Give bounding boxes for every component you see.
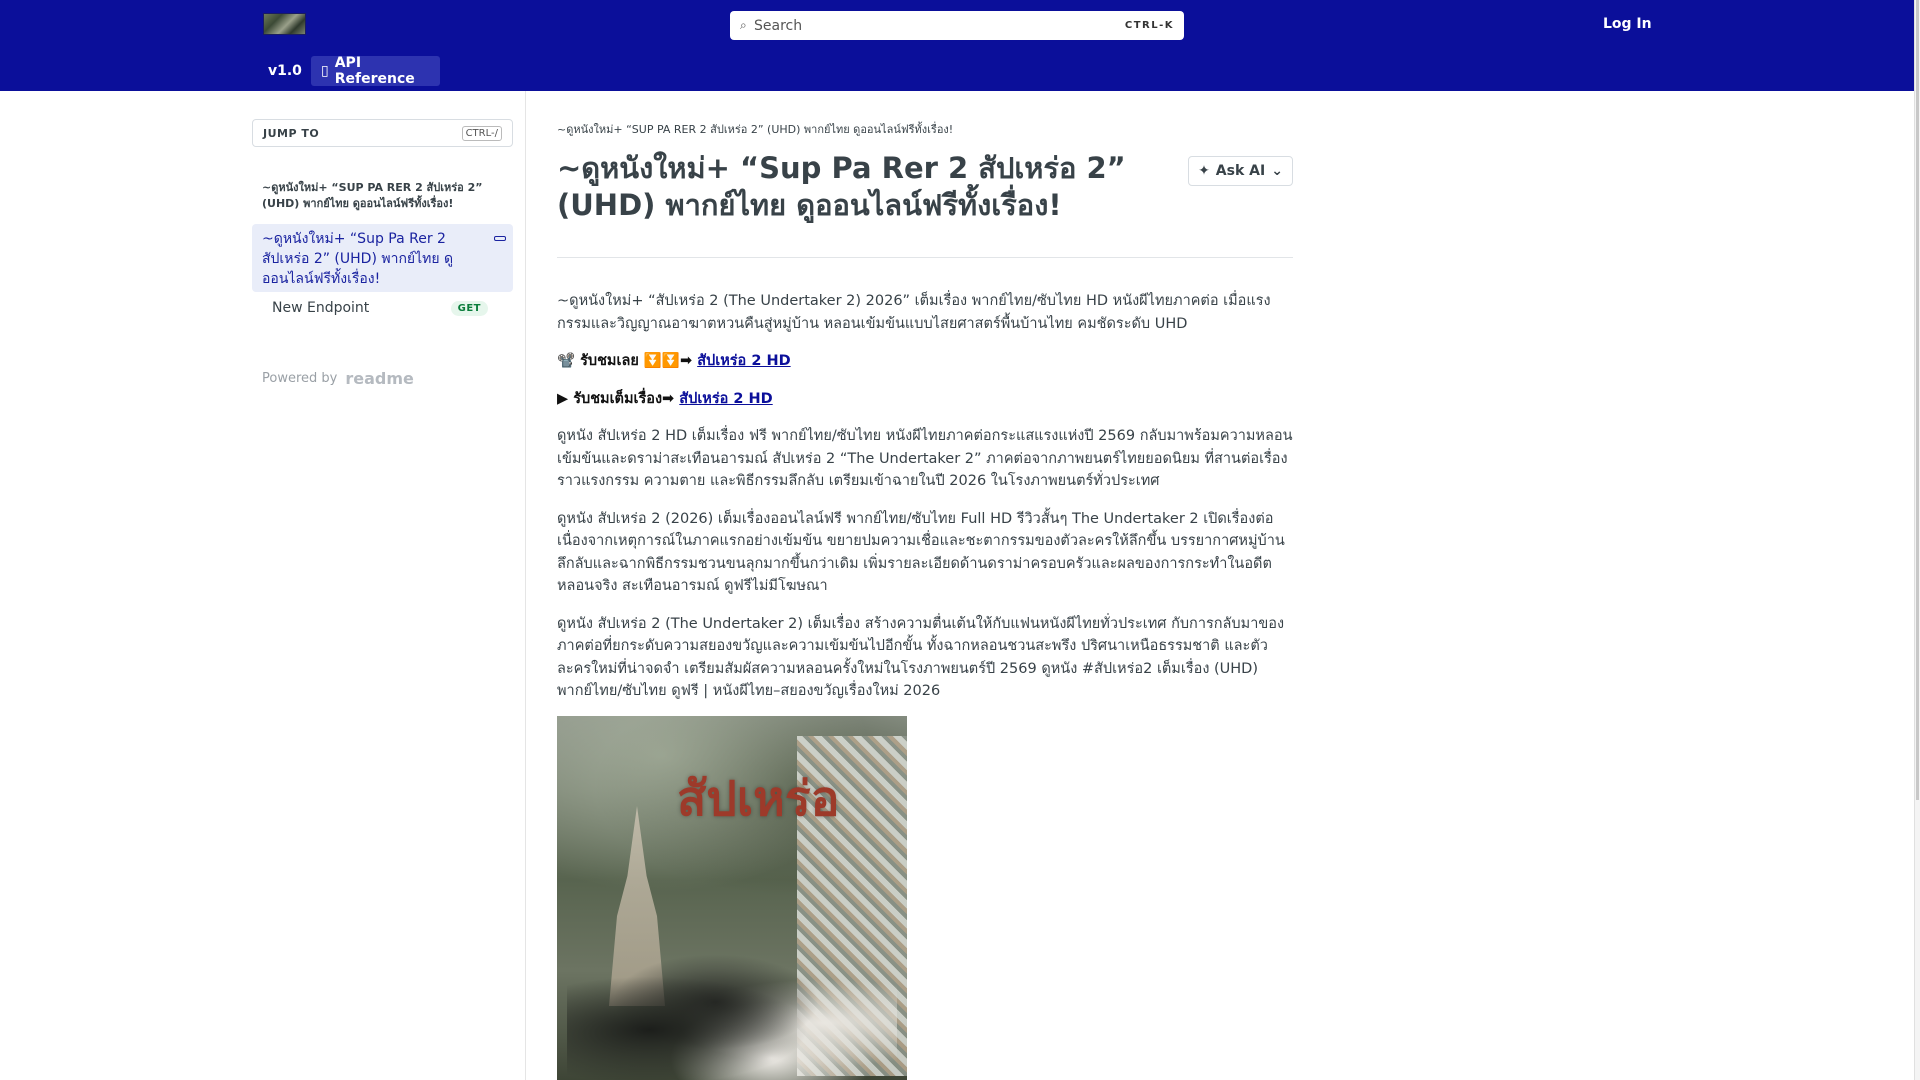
title-row: ~ดูหนังใหม่+ “Sup Pa Rer 2 สัปเหร่อ 2” (… xyxy=(557,150,1293,224)
breadcrumb: ~ดูหนังใหม่+ “SUP PA RER 2 สัปเหร่อ 2” (… xyxy=(557,123,954,136)
body-paragraph-3: ดูหนัง สัปเหร่อ 2 (The Undertaker 2) เต็… xyxy=(557,615,1285,700)
powered-by-readme[interactable]: Powered by readme xyxy=(262,369,414,388)
ask-ai-label: Ask AI xyxy=(1215,163,1266,179)
collapse-toggle-icon[interactable] xyxy=(494,236,506,241)
watch-prefix-2: ▶ รับชมเต็มเรื่อง➡ xyxy=(557,390,675,407)
powered-by-label: Powered by xyxy=(262,371,338,386)
readme-logo: readme xyxy=(345,369,414,388)
movie-poster-image: สัปเหร่อ xyxy=(557,716,907,1080)
tab-api-reference[interactable]: ▯ API Reference xyxy=(311,55,440,87)
jump-to-button[interactable]: JUMP TO CTRL-/ xyxy=(252,119,513,147)
jump-to-shortcut: CTRL-/ xyxy=(461,125,502,141)
sidebar-item-label: ~ดูหนังใหม่+ “Sup Pa Rer 2 สัปเหร่อ 2” (… xyxy=(262,231,454,287)
tab-api-reference-label: API Reference xyxy=(334,55,415,87)
search-icon: ⌕ xyxy=(740,18,747,32)
top-header: ⌕ Search CTRL-K Log In v1.0 ▯ API Refere… xyxy=(0,0,1914,91)
title-divider xyxy=(557,257,1293,258)
watch-link-2[interactable]: สัปเหร่อ 2 HD xyxy=(679,391,772,407)
sidebar-item-active-page[interactable]: ~ดูหนังใหม่+ “Sup Pa Rer 2 สัปเหร่อ 2” (… xyxy=(252,224,513,292)
main-content: ~ดูหนังใหม่+ “SUP PA RER 2 สัปเหร่อ 2” (… xyxy=(557,122,1293,718)
login-button[interactable]: Log In xyxy=(1603,16,1652,32)
sidebar-item-new-endpoint[interactable]: New Endpoint GET xyxy=(272,300,488,316)
search-shortcut: CTRL-K xyxy=(1124,20,1174,31)
api-reference-icon: ▯ xyxy=(321,63,329,79)
body-paragraph-1: ดูหนัง สัปเหร่อ 2 HD เต็มเรื่อง ฟรี พากย… xyxy=(557,428,1293,489)
search-input[interactable]: ⌕ Search CTRL-K xyxy=(730,11,1184,40)
article-body: ~ดูหนังใหม่+ “สัปเหร่อ 2 (The Undertaker… xyxy=(557,290,1293,703)
version-selector[interactable]: v1.0 xyxy=(268,63,302,79)
watch-prefix-1: 📽️ รับชมเลย ⏬⏬➡ xyxy=(557,353,693,369)
endpoint-name: New Endpoint xyxy=(272,300,370,316)
watch-line-2: ▶ รับชมเต็มเรื่อง➡ สัปเหร่อ 2 HD xyxy=(557,388,1293,411)
poster-cast xyxy=(567,946,897,1080)
site-logo[interactable] xyxy=(263,13,306,35)
scrollbar-thumb[interactable] xyxy=(1916,0,1919,800)
jump-to-label: JUMP TO xyxy=(263,126,320,140)
chevron-down-icon: ⌄ xyxy=(1271,163,1283,179)
sidebar-section-heading: ~ดูหนังใหม่+ “SUP PA RER 2 สัปเหร่อ 2” (… xyxy=(262,181,483,210)
watch-line-1: 📽️ รับชมเลย ⏬⏬➡ สัปเหร่อ 2 HD xyxy=(557,350,1293,373)
sidebar-divider xyxy=(525,91,526,1080)
search-placeholder: Search xyxy=(754,17,803,34)
intro-paragraph: ~ดูหนังใหม่+ “สัปเหร่อ 2 (The Undertaker… xyxy=(557,293,1271,332)
http-method-badge: GET xyxy=(450,300,488,316)
page-title: ~ดูหนังใหม่+ “Sup Pa Rer 2 สัปเหร่อ 2” (… xyxy=(557,151,1126,222)
body-paragraph-2: ดูหนัง สัปเหร่อ 2 (2026) เต็มเรื่องออนไล… xyxy=(557,510,1285,595)
sparkle-icon: ✦ xyxy=(1198,163,1210,179)
ask-ai-button[interactable]: ✦ Ask AI ⌄ xyxy=(1188,156,1293,186)
watch-link-1[interactable]: สัปเหร่อ 2 HD xyxy=(697,353,790,369)
page-scrollbar[interactable] xyxy=(1914,0,1920,1080)
poster-title: สัปเหร่อ xyxy=(677,771,840,827)
